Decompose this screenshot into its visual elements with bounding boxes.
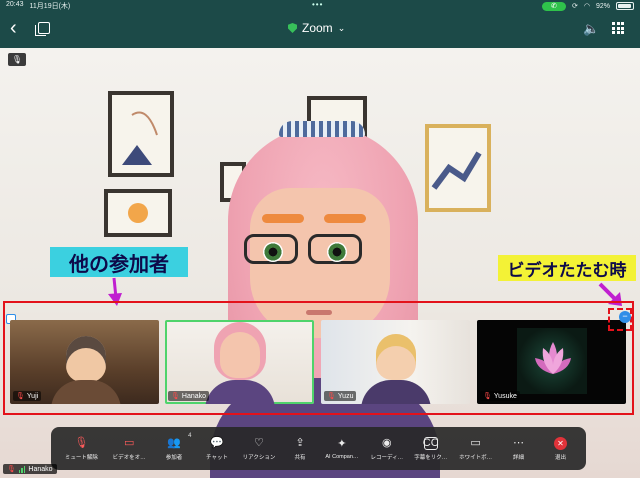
more-button[interactable]: ⋯ 詳細: [498, 430, 539, 468]
share-button[interactable]: ⇪ 共有: [281, 430, 318, 468]
participants-count: 4: [188, 432, 192, 439]
collapse-video-annotation: ビデオたたむ時: [498, 255, 636, 281]
meeting-title-dropdown[interactable]: Zoom ⌄: [288, 21, 345, 35]
status-date: 11月19日(木): [29, 3, 71, 10]
record-label: レコーディ…: [370, 454, 404, 461]
leave-icon: ✕: [554, 436, 567, 450]
cc-icon: CC: [422, 436, 439, 450]
wall-picture: [108, 91, 174, 177]
whiteboard-button[interactable]: ▭ ホワイトボ…: [453, 430, 498, 468]
participant-thumbnail[interactable]: 🎙 Yuji: [10, 320, 159, 404]
participant-thumbnail[interactable]: 🎙 Yuzu: [321, 320, 470, 404]
participants-icon: 👥: [167, 436, 181, 449]
ai-companion-label: AI Compan…: [325, 453, 359, 460]
avatar-glasses: [244, 234, 366, 264]
chat-button[interactable]: 💬 チャット: [197, 430, 236, 468]
ai-companion-button[interactable]: ✦ AI Compan…: [318, 430, 365, 468]
participant-thumbnail[interactable]: 🎙 Hanako: [165, 320, 314, 404]
meeting-title: Zoom: [302, 21, 333, 35]
video-icon: ▭: [123, 436, 135, 449]
status-time: 20:43: [6, 1, 24, 8]
collapse-video-button[interactable]: −: [619, 311, 631, 323]
chat-label: チャット: [206, 454, 228, 461]
mic-muted-icon: 🎙: [16, 393, 25, 400]
start-video-label: ビデオをオ…: [112, 454, 146, 461]
chevron-down-icon: ⌄: [337, 22, 346, 33]
record-icon: ◉: [381, 436, 392, 449]
mic-muted-icon: 🎙: [171, 393, 180, 400]
signal-icon: [18, 465, 26, 473]
battery-icon: [616, 2, 634, 10]
multitasking-dots-icon[interactable]: •••: [312, 0, 323, 9]
more-label: 詳細: [513, 454, 525, 461]
minimize-window-icon[interactable]: [35, 22, 50, 36]
reactions-label: リアクション: [242, 454, 276, 461]
start-video-button[interactable]: ▭ ビデオをオ…: [108, 430, 151, 468]
rotation-lock-icon: ⟳: [572, 3, 578, 10]
more-icon: ⋯: [513, 436, 525, 449]
avatar-headband: [279, 121, 365, 137]
participant-thumbnail[interactable]: 🎙 Yusuke: [477, 320, 626, 404]
leave-label: 退出: [554, 454, 566, 461]
avatar-brow: [262, 214, 304, 223]
mic-icon: 🎙: [74, 436, 89, 449]
shield-icon: [288, 23, 297, 33]
participant-name: Yusuke: [493, 392, 517, 400]
leave-button[interactable]: ✕ 退出: [539, 430, 582, 468]
chat-icon: 💬: [210, 436, 224, 449]
captions-label: 字幕をリク…: [414, 454, 448, 461]
wall-picture: [104, 189, 172, 237]
lotus-image: [535, 342, 571, 374]
unmute-label: ミュート解除: [64, 454, 98, 461]
collapse-video-annotation-text: ビデオたたむ時: [507, 260, 627, 280]
record-button[interactable]: ◉ レコーディ…: [365, 430, 408, 468]
self-view-tag: 🎙 Hanako: [3, 464, 57, 474]
participant-name-tag: 🎙 Yuji: [13, 391, 42, 401]
status-bar: 20:43 11月19日(木) ••• ✆ ⟳ ◠ 92%: [0, 0, 640, 12]
mic-muted-icon: 🎙: [327, 393, 336, 400]
active-call-icon[interactable]: ✆: [542, 1, 566, 11]
participants-annotation-text: 他の参加者: [69, 253, 169, 276]
participant-name-tag: 🎙 Yuzu: [324, 391, 357, 401]
participant-name-tag: 🎙 Yusuke: [480, 391, 520, 401]
unmute-button[interactable]: 🎙 ミュート解除: [55, 430, 108, 468]
wifi-icon: ◠: [583, 3, 590, 10]
meeting-toolbar: 🎙 ミュート解除 ▭ ビデオをオ… 👥 4 参加者 💬 チャット ♡ リアクショ…: [51, 427, 586, 470]
meeting-header: ‹ Zoom ⌄ 🔈: [0, 12, 640, 48]
speaker-icon[interactable]: 🔈: [583, 21, 599, 37]
participant-name: Hanako: [181, 392, 207, 400]
self-name: Hanako: [28, 465, 53, 473]
wall-picture: [425, 124, 491, 212]
sparkle-icon: ✦: [337, 437, 347, 450]
participant-name-tag: 🎙 Hanako: [168, 391, 210, 401]
participants-button[interactable]: 👥 4 参加者: [151, 430, 198, 468]
mic-muted-icon: 🎙: [8, 53, 26, 66]
share-label: 共有: [294, 454, 306, 461]
heart-icon: ♡: [254, 436, 264, 449]
captions-button[interactable]: CC 字幕をリク…: [408, 430, 453, 468]
back-icon[interactable]: ‹: [10, 18, 17, 38]
avatar-brow: [324, 214, 366, 223]
participants-label: 参加者: [165, 454, 183, 461]
participant-name: Yuji: [26, 392, 39, 400]
mic-muted-icon: 🎙: [483, 393, 492, 400]
mic-muted-icon: 🎙: [7, 466, 16, 473]
gallery-view-icon[interactable]: [612, 22, 624, 34]
battery-percent: 92%: [595, 2, 610, 10]
whiteboard-label: ホワイトボ…: [459, 454, 493, 461]
reactions-button[interactable]: ♡ リアクション: [237, 430, 282, 468]
whiteboard-icon: ▭: [470, 436, 481, 449]
participant-name: Yuzu: [337, 392, 354, 400]
participants-annotation: 他の参加者: [50, 247, 188, 277]
share-icon: ⇪: [295, 436, 305, 449]
